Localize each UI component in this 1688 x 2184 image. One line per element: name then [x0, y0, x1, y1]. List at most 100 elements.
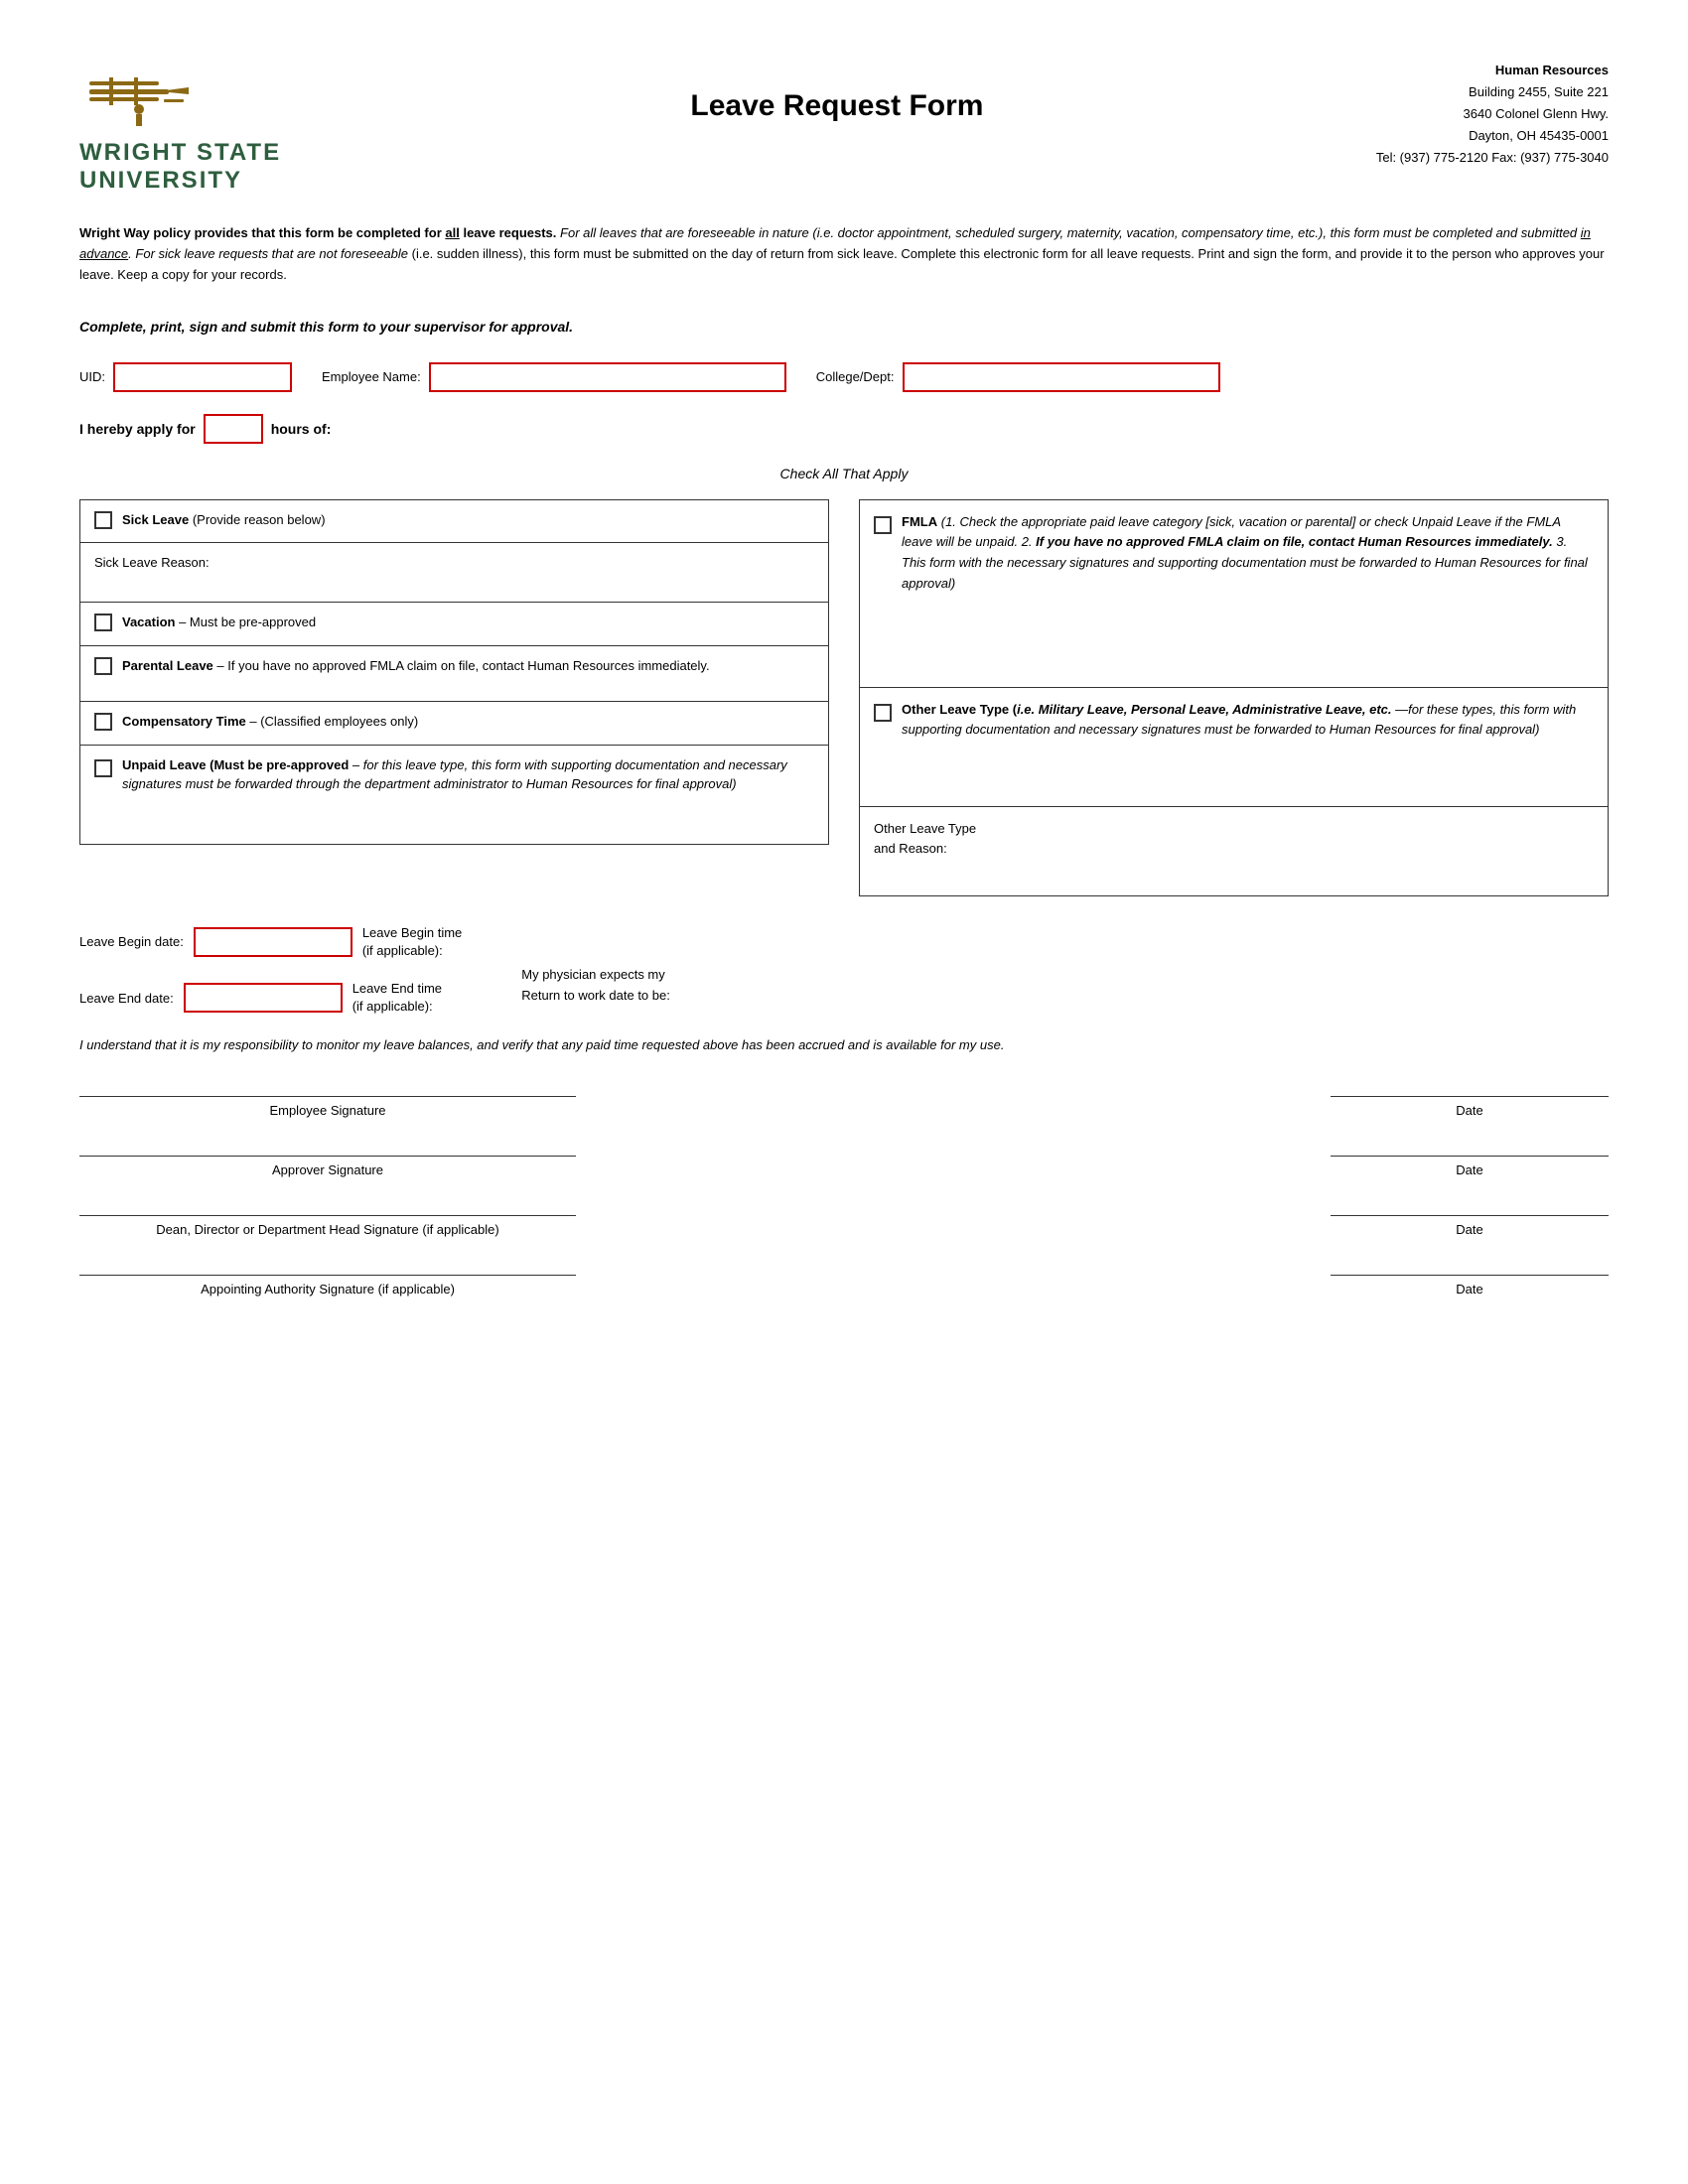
hr-address3: Dayton, OH 45435-0001 [1376, 125, 1609, 147]
other-leave-label-bold: Other Leave Type (i.e. Military Leave, P… [902, 702, 1392, 717]
unpaid-leave-item: Unpaid Leave (Must be pre-approved – for… [79, 746, 829, 845]
check-all-label: Check All That Apply [79, 466, 1609, 481]
employee-sig-line [79, 1096, 576, 1097]
fmla-item: FMLA (1. Check the appropriate paid leav… [859, 499, 1609, 688]
leave-begin-row: Leave Begin date: Leave Begin time(if ap… [79, 924, 462, 960]
sick-leave-reason-item: Sick Leave Reason: [79, 543, 829, 603]
parental-leave-checkbox[interactable] [94, 657, 112, 675]
leave-options: Sick Leave (Provide reason below) Sick L… [79, 499, 1609, 896]
approver-date-group: Date [1331, 1156, 1609, 1177]
leave-begin-date-input[interactable] [194, 927, 352, 957]
sig-row-appointing: Appointing Authority Signature (if appli… [79, 1275, 1609, 1304]
sick-leave-detail: (Provide reason below) [193, 512, 326, 527]
policy-italic2: For sick leave requests that are not for… [135, 246, 408, 261]
appointing-date-line [1331, 1275, 1609, 1276]
approver-sig-label: Approver Signature [272, 1162, 383, 1177]
dean-date-group: Date [1331, 1215, 1609, 1237]
uid-label: UID: [79, 369, 105, 384]
other-leave-item: Other Leave Type (i.e. Military Leave, P… [859, 688, 1609, 807]
appointing-date-label: Date [1456, 1282, 1482, 1297]
form-title-area: Leave Request Form [298, 60, 1376, 123]
compensatory-label: Compensatory Time [122, 714, 246, 729]
vacation-item: Vacation – Must be pre-approved [79, 603, 829, 646]
signatures-section: Employee Signature Date Approver Signatu… [79, 1096, 1609, 1334]
dean-sig-label: Dean, Director or Department Head Signat… [156, 1222, 498, 1237]
college-dept-input[interactable] [903, 362, 1220, 392]
sick-leave-reason-label: Sick Leave Reason: [94, 555, 210, 570]
vacation-checkbox[interactable] [94, 614, 112, 631]
uid-group: UID: [79, 362, 292, 392]
fmla-bold2: If you have no approved FMLA claim on fi… [1036, 534, 1553, 549]
left-leave-column: Sick Leave (Provide reason below) Sick L… [79, 499, 829, 896]
compensatory-item: Compensatory Time – (Classified employee… [79, 702, 829, 746]
hr-department: Human Resources [1376, 60, 1609, 81]
dates-section: Leave Begin date: Leave Begin time(if ap… [79, 924, 1609, 1017]
employee-sig-group: Employee Signature [79, 1096, 576, 1118]
dean-date-label: Date [1456, 1222, 1482, 1237]
college-dept-label: College/Dept: [816, 369, 895, 384]
employee-name-input[interactable] [429, 362, 786, 392]
unpaid-leave-label-bold: Unpaid Leave (Must be pre-approved [122, 757, 349, 772]
dean-sig-group: Dean, Director or Department Head Signat… [79, 1215, 576, 1237]
apply-row: I hereby apply for hours of: [79, 414, 1609, 444]
policy-bold-start: Wright Way policy provides that this for… [79, 225, 556, 240]
leave-begin-time-label: Leave Begin time(if applicable): [362, 924, 462, 960]
hr-info: Human Resources Building 2455, Suite 221… [1376, 60, 1609, 169]
dates-right: My physician expects myReturn to work da… [521, 924, 670, 1017]
dates-left: Leave Begin date: Leave Begin time(if ap… [79, 924, 462, 1017]
other-leave-checkbox[interactable] [874, 704, 892, 722]
approver-date-line [1331, 1156, 1609, 1157]
policy-underline-all: all [445, 225, 459, 240]
uid-input[interactable] [113, 362, 292, 392]
understand-text: I understand that it is my responsibilit… [79, 1035, 1609, 1056]
hr-address2: 3640 Colonel Glenn Hwy. [1376, 103, 1609, 125]
appointing-sig-label: Appointing Authority Signature (if appli… [201, 1282, 455, 1297]
parental-leave-label: Parental Leave [122, 658, 213, 673]
leave-end-row: Leave End date: Leave End time(if applic… [79, 980, 462, 1016]
logo-area: WRIGHT STATE UNIVERSITY [79, 60, 298, 194]
right-leave-column: FMLA (1. Check the appropriate paid leav… [859, 499, 1609, 896]
uid-row: UID: Employee Name: College/Dept: [79, 362, 1609, 392]
other-reason-item: Other Leave Typeand Reason: [859, 807, 1609, 896]
sick-leave-checkbox[interactable] [94, 511, 112, 529]
sig-row-approver: Approver Signature Date [79, 1156, 1609, 1185]
dean-date-line [1331, 1215, 1609, 1216]
appointing-sig-line [79, 1275, 576, 1276]
university-name: WRIGHT STATE UNIVERSITY [79, 139, 281, 194]
employee-date-label: Date [1456, 1103, 1482, 1118]
hr-tel: Tel: (937) 775-2120 Fax: (937) 775-3040 [1376, 147, 1609, 169]
compensatory-checkbox[interactable] [94, 713, 112, 731]
compensatory-detail: – (Classified employees only) [249, 714, 418, 729]
leave-end-label: Leave End date: [79, 991, 174, 1006]
sig-row-dean: Dean, Director or Department Head Signat… [79, 1215, 1609, 1245]
fmla-label: FMLA [902, 514, 937, 529]
vacation-detail: – Must be pre-approved [179, 614, 316, 629]
parental-leave-detail: – If you have no approved FMLA claim on … [216, 658, 709, 673]
apply-for-label: I hereby apply for [79, 421, 196, 437]
employee-name-label: Employee Name: [322, 369, 421, 384]
leave-end-date-input[interactable] [184, 983, 343, 1013]
page-header: WRIGHT STATE UNIVERSITY Leave Request Fo… [79, 60, 1609, 194]
employee-date-line [1331, 1096, 1609, 1097]
other-reason-label: Other Leave Typeand Reason: [874, 821, 976, 857]
hours-input[interactable] [204, 414, 263, 444]
approver-sig-group: Approver Signature [79, 1156, 576, 1177]
appointing-sig-group: Appointing Authority Signature (if appli… [79, 1275, 576, 1297]
leave-begin-label: Leave Begin date: [79, 934, 184, 949]
approver-sig-line [79, 1156, 576, 1157]
hr-address1: Building 2455, Suite 221 [1376, 81, 1609, 103]
sick-leave-label: Sick Leave [122, 512, 189, 527]
approver-date-label: Date [1456, 1162, 1482, 1177]
hours-label: hours of: [271, 421, 332, 437]
unpaid-leave-checkbox[interactable] [94, 759, 112, 777]
parental-leave-item: Parental Leave – If you have no approved… [79, 646, 829, 702]
dean-sig-line [79, 1215, 576, 1216]
policy-text: Wright Way policy provides that this for… [79, 223, 1609, 285]
employee-date-group: Date [1331, 1096, 1609, 1118]
submit-instruction: Complete, print, sign and submit this fo… [79, 319, 1609, 335]
fmla-checkbox[interactable] [874, 516, 892, 534]
physician-text: My physician expects myReturn to work da… [521, 965, 670, 1007]
leave-end-time-label: Leave End time(if applicable): [352, 980, 442, 1016]
vacation-label: Vacation [122, 614, 175, 629]
form-title: Leave Request Form [298, 89, 1376, 123]
